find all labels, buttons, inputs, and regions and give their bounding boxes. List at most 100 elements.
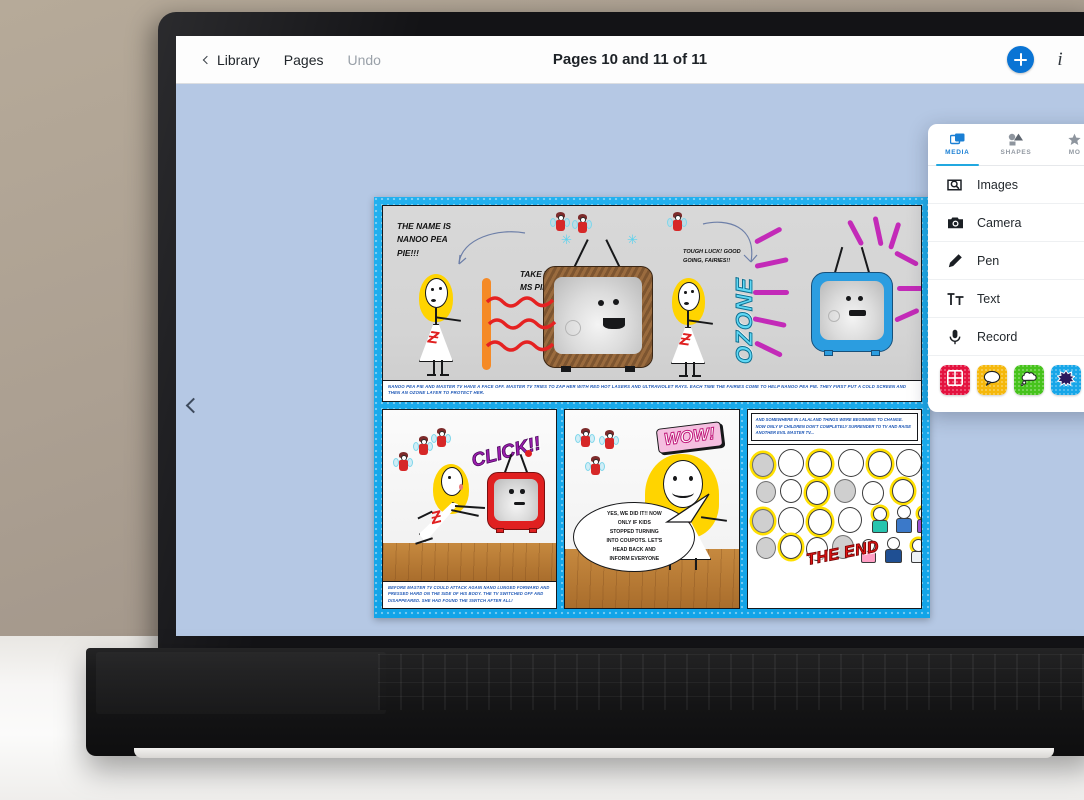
pointer-arrow-icon	[702, 221, 758, 263]
comic-panel-bottom-middle[interactable]: WOW! Ƶ	[564, 409, 740, 609]
crowd-person	[837, 448, 864, 477]
speech-bubble-tail	[665, 493, 710, 523]
media-tool-panel[interactable]: MEDIA SHAPES MO Images Camera Pen Text R…	[928, 124, 1084, 412]
face-eyes	[439, 287, 442, 290]
laptop-base	[86, 648, 1084, 758]
laptop-photo-scene: Library Pages Undo Pages 10 and 11 of 11…	[0, 0, 1084, 800]
undo-button[interactable]: Undo	[336, 48, 393, 72]
tab-shapes[interactable]: SHAPES	[987, 124, 1046, 165]
character-master-tv-blue	[811, 246, 893, 356]
undo-label: Undo	[347, 51, 381, 68]
pointer-arrow-icon	[458, 231, 526, 265]
template-swatch-row	[928, 356, 1084, 404]
plus-icon	[1014, 53, 1027, 66]
shapes-icon	[1008, 133, 1024, 146]
uv-ray	[897, 286, 921, 291]
panel-top-artwork: THE NAME IS NANOO PEA PIE!!! TAKE THAT, …	[383, 206, 921, 380]
fairy-character	[413, 436, 433, 456]
crowd-person	[779, 478, 802, 503]
speech-bubble-swatch[interactable]	[977, 365, 1007, 395]
tab-media-label: MEDIA	[945, 149, 970, 156]
spiral-icon	[828, 310, 840, 322]
spiral-icon	[565, 320, 581, 336]
thought-cloud-icon	[1020, 370, 1038, 391]
panel-br-artwork: THE END	[747, 443, 921, 608]
tool-item-record[interactable]: Record	[928, 318, 1084, 356]
uv-ray	[872, 215, 884, 247]
pages-button[interactable]: Pages	[272, 48, 336, 72]
crowd-person	[837, 506, 862, 533]
tool-item-camera[interactable]: Camera	[928, 204, 1084, 242]
tab-more[interactable]: MO	[1045, 124, 1084, 165]
library-back-label: Library	[217, 51, 260, 68]
crowd-person-colored	[910, 538, 921, 563]
burst-pow-icon	[1056, 368, 1076, 391]
tool-item-pen[interactable]: Pen	[928, 242, 1084, 280]
crowd-person	[807, 450, 832, 477]
fairy-character	[575, 428, 596, 448]
comic-panel-bottom-right[interactable]: AND SOMEWHERE IN LALALAND THINGS WERE BE…	[746, 409, 922, 609]
character-master-tv-brown: ✳ ✳	[543, 232, 653, 372]
crowd-person	[777, 506, 804, 535]
add-button[interactable]	[1007, 46, 1034, 73]
uv-ray	[887, 221, 902, 250]
thought-cloud-swatch[interactable]	[1014, 365, 1044, 395]
crowd-person-colored	[916, 506, 921, 533]
comic-page[interactable]: THE NAME IS NANOO PEA PIE!!! TAKE THAT, …	[374, 197, 930, 618]
face-eyes	[448, 476, 451, 479]
laptop-base-edge	[134, 748, 1054, 758]
crowd-person-colored	[870, 506, 890, 533]
face-mouth	[459, 484, 463, 490]
fairy-character	[550, 212, 570, 232]
text-icon	[946, 292, 964, 306]
library-back-button[interactable]: Library	[192, 48, 272, 72]
tool-panel-tabs: MEDIA SHAPES MO	[928, 124, 1084, 166]
character-nanoo-lunging: Ƶ	[415, 464, 489, 546]
face-eyes	[431, 288, 434, 291]
comic-panel-top[interactable]: THE NAME IS NANOO PEA PIE!!! TAKE THAT, …	[382, 205, 922, 402]
more-icon	[1067, 133, 1082, 146]
uv-ray	[893, 250, 920, 267]
scene-floor	[383, 543, 557, 581]
info-icon[interactable]: i	[1050, 49, 1070, 71]
crowd-person	[867, 450, 892, 477]
burst-swatch[interactable]	[1051, 365, 1081, 395]
fairy-character	[393, 452, 413, 472]
fairy-character	[431, 428, 451, 448]
panel-br-caption: AND SOMEWHERE IN LALALAND THINGS WERE BE…	[750, 413, 918, 441]
microphone-icon	[946, 329, 964, 345]
panel-top-caption: NANOO PEA PIE AND MASTER TV HAVE A FACE …	[383, 379, 921, 401]
panel-bl-caption: BEFORE MASTER TV COULD ATTACK AGAIN NANO…	[383, 580, 557, 608]
crowd-person	[751, 508, 774, 533]
laptop-screen: Library Pages Undo Pages 10 and 11 of 11…	[176, 36, 1084, 636]
page-canvas: THE NAME IS NANOO PEA PIE!!! TAKE THAT, …	[176, 84, 1084, 636]
chevron-left-icon	[202, 55, 212, 64]
panel-bl-artwork: CLICK!! Ƶ	[383, 410, 557, 581]
antenna-ball-icon	[525, 450, 532, 457]
crowd-person	[891, 478, 914, 503]
tool-item-images[interactable]: Images	[928, 166, 1084, 204]
chevron-left-icon	[185, 397, 201, 413]
face-eyes	[684, 291, 687, 294]
face-mouth	[431, 299, 436, 302]
tool-item-camera-label: Camera	[977, 215, 1022, 230]
fairy-character	[585, 456, 606, 476]
previous-page-button[interactable]	[182, 390, 204, 420]
comic-panel-bottom-left[interactable]: CLICK!! Ƶ BEFORE MASTER TV COULD ATTACK …	[382, 409, 558, 609]
speech-bubble-icon	[983, 370, 1001, 391]
tab-shapes-label: SHAPES	[1000, 149, 1032, 156]
tab-more-label: MO	[1068, 149, 1081, 156]
image-search-icon	[946, 177, 964, 193]
layout-grid-swatch[interactable]	[940, 365, 970, 395]
crowd-person-colored	[884, 536, 904, 563]
tab-media[interactable]: MEDIA	[928, 124, 987, 166]
crowd-person	[755, 480, 776, 503]
laser-rays	[485, 296, 557, 352]
toolbar-right-group: i	[1007, 46, 1084, 73]
fairy-character	[599, 430, 620, 450]
media-icon	[949, 133, 965, 146]
pen-icon	[946, 253, 964, 269]
tool-item-record-label: Record	[977, 329, 1018, 344]
tool-item-pen-label: Pen	[977, 253, 1000, 268]
tool-item-text[interactable]: Text	[928, 280, 1084, 318]
